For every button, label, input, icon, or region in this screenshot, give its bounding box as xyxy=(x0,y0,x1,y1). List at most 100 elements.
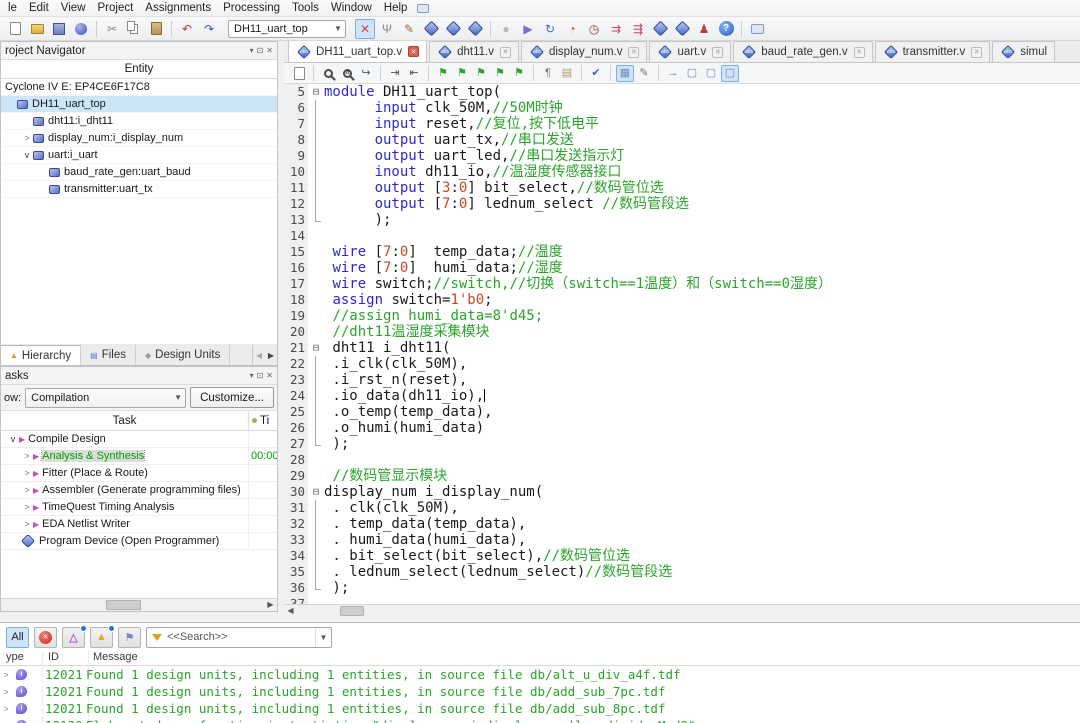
book-icon[interactable]: ▤ xyxy=(558,65,576,82)
scroll-right-icon[interactable]: ▶ xyxy=(264,599,277,611)
code-line[interactable]: 30⊟display_num i_display_num( xyxy=(284,484,1080,500)
code-line[interactable]: 6 input clk_50M,//50M时钟 xyxy=(284,100,1080,116)
pin-planner-icon[interactable]: ✎ xyxy=(399,19,419,39)
warning-filter-button[interactable]: ▲ xyxy=(90,627,113,648)
flag-filter-button[interactable]: ⚑ xyxy=(118,627,141,648)
pin-icon[interactable]: ▾ xyxy=(250,371,254,380)
tab-design-units[interactable]: ◆Design Units xyxy=(136,345,230,365)
bookmark-icon[interactable]: ⚑ xyxy=(434,65,452,82)
unindent-icon[interactable]: ⇤ xyxy=(405,65,423,82)
pen-icon[interactable]: ✎ xyxy=(635,65,653,82)
doc-tab-display_num-v[interactable]: abcdisplay_num.v✕ xyxy=(521,41,648,62)
task-row[interactable]: >▶Fitter (Place & Route) xyxy=(1,465,277,482)
expander-icon[interactable]: > xyxy=(0,670,12,680)
code-line[interactable]: 34 . bit_select(bit_select),//数码管位选 xyxy=(284,548,1080,564)
paste-icon[interactable] xyxy=(146,19,166,39)
window-full-icon[interactable]: ▢ xyxy=(721,65,739,82)
expander-icon[interactable]: > xyxy=(21,519,33,529)
goto-icon[interactable]: ↪ xyxy=(357,65,375,82)
menu-item-view[interactable]: View xyxy=(55,1,92,15)
task-row[interactable]: >▶TimeQuest Timing Analysis xyxy=(1,499,277,516)
window-cascade-icon[interactable]: ▢ xyxy=(702,65,720,82)
save-icon[interactable] xyxy=(49,19,69,39)
code-line[interactable]: 16 wire [7:0] humi_data;//湿度 xyxy=(284,260,1080,276)
code-line[interactable]: 23 .i_rst_n(reset), xyxy=(284,372,1080,388)
code-line[interactable]: 25 .o_temp(temp_data), xyxy=(284,404,1080,420)
critical-warning-filter-button[interactable]: △ xyxy=(62,627,85,648)
doc-tab-dht11-v[interactable]: abcdht11.v✕ xyxy=(429,41,519,62)
bookmark-add-icon[interactable]: ⚑ xyxy=(453,65,471,82)
code-line[interactable]: 17 wire switch;//switch,//切换（switch==1温度… xyxy=(284,276,1080,292)
close-icon[interactable]: ✕ xyxy=(712,47,723,58)
bookmark-clear-icon[interactable]: ⚑ xyxy=(510,65,528,82)
undo-icon[interactable]: ↶ xyxy=(177,19,197,39)
message-row[interactable]: >i12021Found 1 design units, including 1… xyxy=(0,666,1080,683)
close-icon[interactable]: ✕ xyxy=(500,47,511,58)
tasks-hscrollbar[interactable]: ▶ xyxy=(1,598,277,611)
tab-hierarchy[interactable]: ▲Hierarchy xyxy=(1,345,81,365)
whats-this-icon[interactable] xyxy=(417,4,429,13)
expander-icon[interactable]: > xyxy=(21,485,33,495)
doc-tab-DH11_uart_top-v[interactable]: abcDH11_uart_top.v✕ xyxy=(288,41,427,62)
navigator-item[interactable]: vuart:i_uart xyxy=(1,147,277,164)
navigator-item[interactable]: Cyclone IV E: EP4CE6F17C8 xyxy=(1,79,277,96)
close-icon[interactable]: ✕ xyxy=(266,371,273,380)
scroll-left-icon[interactable]: ◀ xyxy=(284,605,297,617)
menu-item-project[interactable]: Project xyxy=(92,1,140,15)
block-select-icon[interactable]: ▦ xyxy=(616,65,634,82)
window-split-icon[interactable]: ▢ xyxy=(683,65,701,82)
message-search-combo[interactable]: <<Search>>▼ xyxy=(146,627,332,648)
close-icon[interactable]: ✕ xyxy=(971,47,982,58)
flow-select[interactable]: Compilation ▼ xyxy=(25,388,186,408)
code-line[interactable]: 27 ); xyxy=(284,436,1080,452)
assignment-editor-icon[interactable]: Ψ xyxy=(377,19,397,39)
expander-icon[interactable]: > xyxy=(0,704,12,714)
code-line[interactable]: 11 output [3:0] bit_select,//数码管位选 xyxy=(284,180,1080,196)
code-line[interactable]: 29 //数码管显示模块 xyxy=(284,468,1080,484)
fold-collapse-icon[interactable]: ⊟ xyxy=(308,84,324,100)
menu-item-window[interactable]: Window xyxy=(325,1,378,15)
compile-design-icon[interactable] xyxy=(421,19,441,39)
all-filter-button[interactable]: All xyxy=(6,627,29,648)
doc-tab-transmitter-v[interactable]: abctransmitter.v✕ xyxy=(875,41,991,62)
code-line[interactable]: 18 assign switch=1'b0; xyxy=(284,292,1080,308)
task-row[interactable]: v▶Compile Design xyxy=(1,431,277,448)
open-file-icon[interactable] xyxy=(27,19,47,39)
code-line[interactable]: 37 xyxy=(284,596,1080,604)
error-filter-button[interactable]: ✕ xyxy=(34,627,57,648)
navigator-item[interactable]: DH11_uart_top xyxy=(1,96,277,113)
new-file-icon[interactable] xyxy=(5,19,25,39)
code-line[interactable]: 13 ); xyxy=(284,212,1080,228)
pin-icon[interactable]: ▾ xyxy=(250,46,254,55)
menu-item-help[interactable]: Help xyxy=(378,1,414,15)
float-icon[interactable]: ⊡ xyxy=(257,371,264,380)
expander-icon[interactable]: v xyxy=(21,150,33,160)
code-line[interactable]: 10 inout dh11_io,//温湿度传感器接口 xyxy=(284,164,1080,180)
entity-combo[interactable]: DH11_uart_top▼ xyxy=(228,20,346,38)
task-row[interactable]: >▶Assembler (Generate programming files) xyxy=(1,482,277,499)
bookmark-delete-icon[interactable]: ⚑ xyxy=(491,65,509,82)
expander-icon[interactable]: > xyxy=(21,502,33,512)
code-editor[interactable]: 5⊟module DH11_uart_top(6 input clk_50M,/… xyxy=(284,84,1080,604)
navigator-item[interactable]: >display_num:i_display_num xyxy=(1,130,277,147)
code-line[interactable]: 26 .o_humi(humi_data) xyxy=(284,420,1080,436)
assembler-icon[interactable] xyxy=(465,19,485,39)
indent-icon[interactable]: ⇥ xyxy=(386,65,404,82)
cut-icon[interactable]: ✂ xyxy=(102,19,122,39)
run-icon[interactable]: ▶ xyxy=(518,19,538,39)
task-row[interactable]: >▶Analysis & Synthesis00:00 xyxy=(1,448,277,465)
code-line[interactable]: 32 . temp_data(temp_data), xyxy=(284,516,1080,532)
tab-scroll-right-icon[interactable]: ▶ xyxy=(265,351,277,360)
code-line[interactable]: 14 xyxy=(284,228,1080,244)
close-icon[interactable]: ✕ xyxy=(854,47,865,58)
expander-icon[interactable]: v xyxy=(7,434,19,444)
close-icon[interactable]: ✕ xyxy=(266,46,273,55)
code-line[interactable]: 28 xyxy=(284,452,1080,468)
code-line[interactable]: 20 //dht11温湿度采集模块 xyxy=(284,324,1080,340)
navigator-item[interactable]: baud_rate_gen:uart_baud xyxy=(1,164,277,181)
code-line[interactable]: 22 .i_clk(clk_50M), xyxy=(284,356,1080,372)
programmer-icon[interactable]: ◔ xyxy=(562,19,582,39)
code-line[interactable]: 19 //assign humi_data=8'd45; xyxy=(284,308,1080,324)
wrap-icon[interactable]: → xyxy=(664,65,682,82)
spellcheck-icon[interactable]: ✔ xyxy=(587,65,605,82)
